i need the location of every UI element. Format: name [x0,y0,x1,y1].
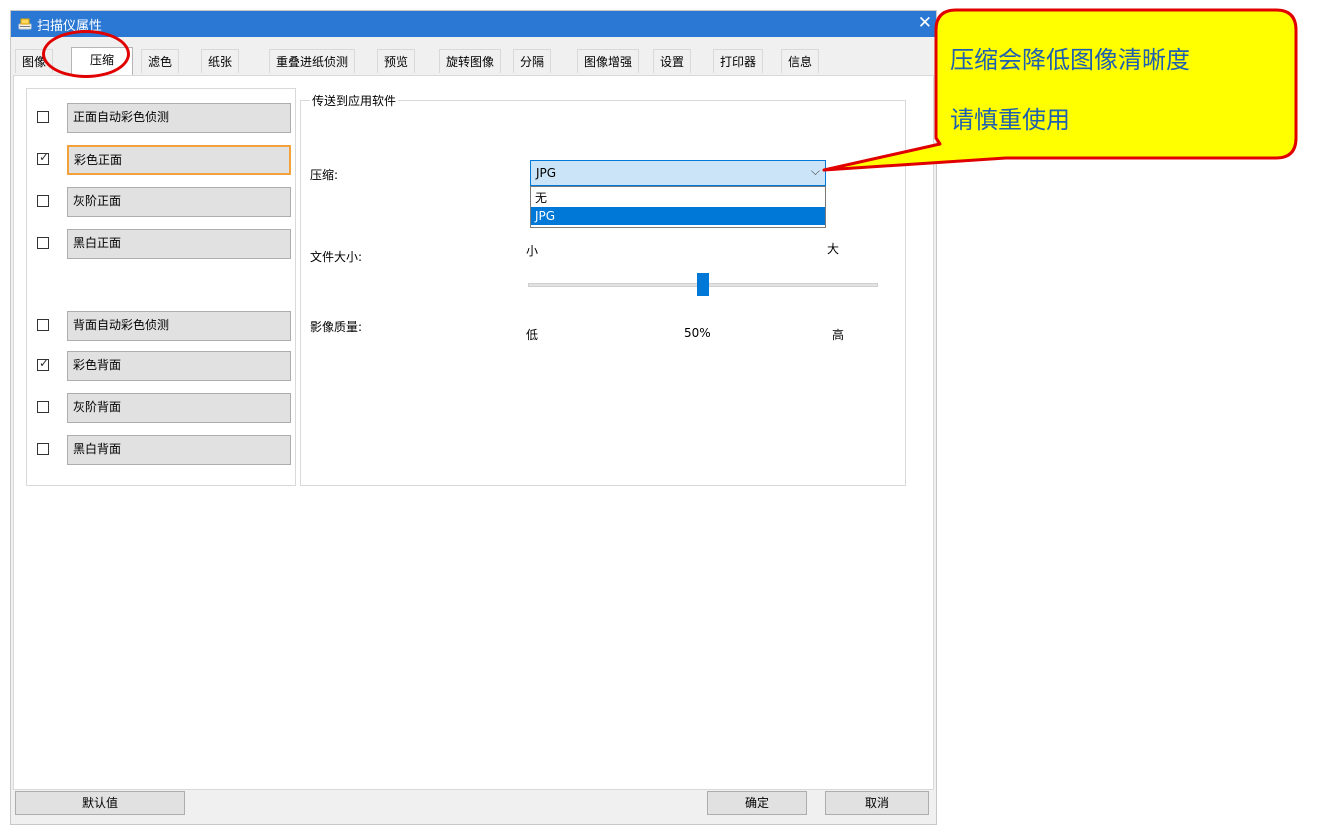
quality-high-label: 高 [832,328,845,342]
dropdown-option-jpg[interactable]: JPG [531,207,825,225]
annotation-callout [822,8,1298,172]
tab-color-filter[interactable]: 滤色 [141,49,180,73]
title-bar: 扫描仪属性 ✕ [11,11,936,37]
default-button[interactable]: 默认值 [15,791,185,815]
option-bw-front: 黑白正面 [37,229,307,259]
tab-info[interactable]: 信息 [781,49,820,73]
tab-imprinter[interactable]: 打印器 [713,49,764,73]
dropdown-option-none[interactable]: 无 [531,189,825,207]
highlight-circle [42,30,130,78]
tab-paper[interactable]: 纸张 [201,49,240,73]
callout-line-2: 请慎重使用 [950,106,1070,134]
quality-low-label: 低 [526,328,539,342]
quality-label: 影像质量: [310,320,363,334]
scanner-icon [18,18,32,30]
compression-label: 压缩: [310,168,339,182]
option-color-back: ✓ 彩色背面 [37,351,307,381]
size-large-label: 大 [827,242,840,256]
option-button[interactable]: 灰阶正面 [67,187,291,217]
select-value: JPG [536,166,557,180]
compression-select[interactable]: JPG ⌵ [530,160,826,186]
chevron-down-icon: ⌵ [810,164,820,178]
option-gray-back: 灰阶背面 [37,393,307,423]
tab-preview[interactable]: 预览 [377,49,416,73]
compression-tab-panel: 正面自动彩色侦测 ✓ 彩色正面 灰阶正面 黑白正面 背面自动彩色侦测 ✓ 彩色背… [13,75,934,790]
option-button[interactable]: 正面自动彩色侦测 [67,103,291,133]
checkbox[interactable]: ✓ [37,356,50,371]
checkbox[interactable] [37,111,49,123]
checkbox[interactable] [37,195,49,207]
callout-line-1: 压缩会降低图像清晰度 [950,46,1190,74]
tab-rotate-image[interactable]: 旋转图像 [439,49,502,73]
tab-separation[interactable]: 分隔 [513,49,552,73]
quality-value: 50% [684,326,711,340]
option-color-front: ✓ 彩色正面 [37,145,307,175]
option-button[interactable]: 灰阶背面 [67,393,291,423]
tab-multifeed-detection[interactable]: 重叠进纸侦测 [269,49,356,73]
tab-bar: 图像 压缩 滤色 纸张 重叠进纸侦测 预览 旋转图像 分隔 图像增强 设置 打印… [11,47,936,75]
size-small-label: 小 [526,244,539,258]
option-button[interactable]: 彩色背面 [67,351,291,381]
option-back-auto-color: 背面自动彩色侦测 [37,311,307,341]
ok-button[interactable]: 确定 [707,791,807,815]
file-size-label: 文件大小: [310,250,363,264]
file-size-slider-thumb[interactable] [697,273,709,296]
checkbox[interactable] [37,443,49,455]
option-front-auto-color: 正面自动彩色侦测 [37,103,307,133]
send-to-app-group [300,100,906,486]
option-gray-front: 灰阶正面 [37,187,307,217]
checkmark-icon: ✓ [39,150,50,164]
checkbox[interactable] [37,237,49,249]
option-button[interactable]: 彩色正面 [67,145,291,175]
checkbox[interactable] [37,319,49,331]
checkbox[interactable]: ✓ [37,150,50,165]
option-button[interactable]: 黑白正面 [67,229,291,259]
tab-settings[interactable]: 设置 [653,49,692,73]
option-button[interactable]: 黑白背面 [67,435,291,465]
checkbox[interactable] [37,401,49,413]
tab-image-enhancement[interactable]: 图像增强 [577,49,640,73]
option-button[interactable]: 背面自动彩色侦测 [67,311,291,341]
group-title: 传送到应用软件 [310,92,399,109]
option-bw-back: 黑白背面 [37,435,307,465]
cancel-button[interactable]: 取消 [825,791,929,815]
image-type-group: 正面自动彩色侦测 ✓ 彩色正面 灰阶正面 黑白正面 背面自动彩色侦测 ✓ 彩色背… [26,88,296,486]
scanner-properties-window: 扫描仪属性 ✕ 图像 压缩 滤色 纸张 重叠进纸侦测 预览 旋转图像 分隔 图像… [10,10,937,825]
checkmark-icon: ✓ [39,356,50,370]
compression-dropdown-list: 无 JPG [530,186,826,228]
